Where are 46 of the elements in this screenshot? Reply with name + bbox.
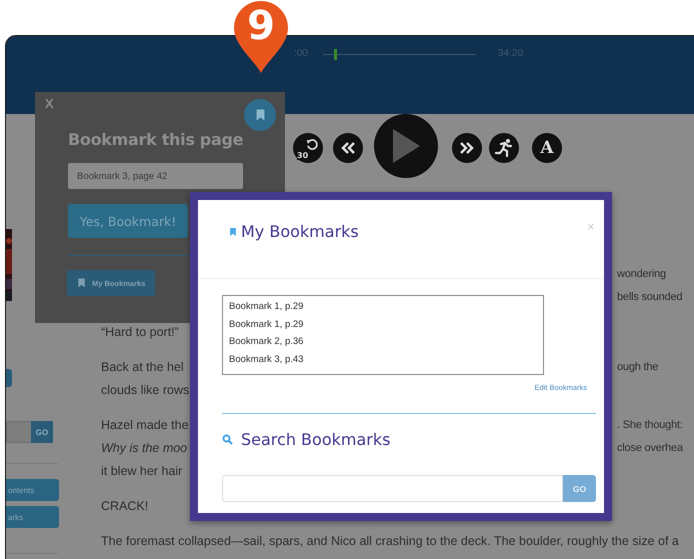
rewind-button[interactable] <box>333 133 363 163</box>
bookmark-item[interactable]: Bookmark 1, p.29 <box>229 298 537 316</box>
fast-forward-button[interactable] <box>452 133 482 163</box>
story-text: close overhea <box>617 441 683 456</box>
story-text: Why is the moo <box>101 441 188 455</box>
story-text: ough the <box>617 360 658 375</box>
rewind-icon <box>341 142 355 154</box>
story-text: it blew her hair <box>101 464 182 478</box>
story-text: wondering <box>617 267 666 282</box>
replay-icon <box>306 138 319 151</box>
font-button[interactable]: A <box>532 133 562 163</box>
play-icon <box>391 128 421 164</box>
story-text: Back at the hel <box>101 360 184 374</box>
nav-button[interactable]: ontents <box>6 479 59 501</box>
bookmark-list[interactable]: Bookmark 1, p.29 Bookmark 1, p.29 Bookmark 2, p.36 Bookmark 3, p.43 <box>222 295 544 375</box>
story-text: . She thought: <box>617 418 683 433</box>
search-icon <box>222 434 233 445</box>
bookmark-item[interactable]: Bookmark 3, p.43 <box>229 350 537 368</box>
step-marker: 9 <box>232 0 290 74</box>
search-field[interactable] <box>6 421 32 443</box>
close-button[interactable]: X <box>45 96 54 111</box>
speed-button[interactable] <box>489 133 519 163</box>
bookmark-icon <box>254 108 266 122</box>
bookmark-icon <box>77 277 86 289</box>
story-text: clouds like rows <box>101 383 190 397</box>
replay-30-button[interactable]: 30 <box>293 133 323 163</box>
bookmark-icon <box>229 226 237 238</box>
fast-forward-icon <box>460 142 474 154</box>
progress-thumb[interactable] <box>334 49 337 60</box>
go-button[interactable]: GO <box>31 421 53 443</box>
sidebar-button[interactable] <box>6 369 12 387</box>
confirm-button[interactable]: Yes, Bookmark! <box>68 204 188 238</box>
nav-button[interactable]: arks <box>6 506 59 528</box>
popup-title: Bookmark this page <box>68 130 244 149</box>
go-button[interactable]: GO <box>563 475 596 502</box>
story-text: bells sounded <box>617 290 682 305</box>
story-text: The foremast collapsed—sail, spars, and Nico all crashing to the deck. The boulder, roughly the size of a <box>101 534 679 548</box>
section-title: Search Bookmarks <box>241 430 390 449</box>
bookmark-name-field[interactable]: Bookmark 3, page 42 <box>68 163 243 189</box>
story-text: Hazel made the <box>101 418 189 432</box>
story-text: “Hard to port!” <box>101 325 179 339</box>
bookmark-item[interactable]: Bookmark 1, p.29 <box>229 316 537 334</box>
runner-icon <box>494 138 514 158</box>
story-text: CRACK! <box>101 499 148 513</box>
dialog-title: My Bookmarks <box>241 222 359 241</box>
bookmark-item[interactable]: Bookmark 2, p.36 <box>229 333 537 351</box>
